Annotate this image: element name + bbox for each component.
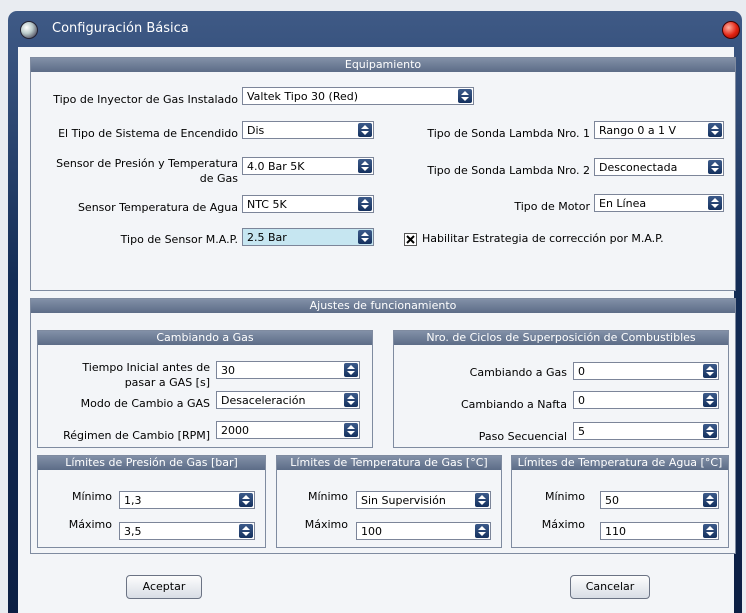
ciclos-header: Nro. de Ciclos de Superposición de Combu…	[394, 331, 728, 345]
presion-min-value: 1,3	[124, 494, 142, 507]
sensor-agua-label: Sensor Temperatura de Agua	[77, 201, 238, 214]
temp-agua-max-stepper[interactable]: 110	[600, 522, 719, 540]
updown-arrow-icon	[344, 423, 358, 437]
updown-arrow-icon	[358, 230, 372, 244]
updown-arrow-icon	[358, 123, 372, 137]
modo-select[interactable]: Desaceleración	[216, 391, 360, 409]
tiempo-label-2: pasar a GAS [s]	[124, 376, 210, 389]
updown-arrow-icon	[703, 424, 717, 438]
title-bar[interactable]: Configuración Básica	[8, 11, 742, 47]
cancelar-button[interactable]: Cancelar	[570, 575, 650, 599]
temp-gas-min-value: Sin Supervisión	[361, 494, 446, 507]
tiempo-stepper[interactable]: 30	[216, 361, 360, 379]
motor-label: Tipo de Motor	[514, 200, 590, 213]
sensor-presion-label-2: de Gas	[199, 172, 238, 185]
paso-label: Paso Secuencial	[478, 430, 567, 443]
lambda2-label: Tipo de Sonda Lambda Nro. 2	[427, 164, 590, 177]
updown-arrow-icon	[708, 196, 722, 210]
equipamiento-header: Equipamiento	[31, 58, 735, 72]
updown-arrow-icon	[703, 393, 717, 407]
updown-arrow-icon	[344, 393, 358, 407]
map-label: Tipo de Sensor M.A.P.	[120, 233, 238, 246]
updown-arrow-icon	[703, 524, 717, 538]
paso-stepper[interactable]: 5	[573, 422, 719, 440]
temp-gas-header: Límites de Temperatura de Gas [°C]	[277, 456, 501, 470]
aceptar-button[interactable]: Aceptar	[126, 575, 202, 599]
inyector-value: Valtek Tipo 30 (Red)	[247, 90, 359, 103]
sensor-presion-select[interactable]: 4.0 Bar 5K	[242, 157, 374, 175]
updown-arrow-icon	[475, 493, 489, 507]
ciclos-gas-label: Cambiando a Gas	[469, 366, 567, 379]
temp-gas-min-label: Mínimo	[307, 490, 348, 503]
updown-arrow-icon	[344, 363, 358, 377]
modo-value: Desaceleración	[221, 394, 306, 407]
map-select[interactable]: 2.5 Bar	[242, 228, 374, 246]
temp-agua-min-value: 50	[605, 494, 619, 507]
ciclos-nafta-stepper[interactable]: 0	[573, 391, 719, 409]
lambda1-label: Tipo de Sonda Lambda Nro. 1	[427, 127, 590, 140]
tiempo-value: 30	[221, 364, 235, 377]
temp-agua-min-label: Mínimo	[544, 490, 585, 503]
updown-arrow-icon	[475, 524, 489, 538]
sensor-presion-label-1: Sensor de Presión y Temperatura	[56, 157, 238, 170]
ciclos-nafta-label: Cambiando a Nafta	[460, 398, 567, 411]
updown-arrow-icon	[239, 524, 253, 538]
temp-agua-min-stepper[interactable]: 50	[600, 491, 719, 509]
sensor-agua-select[interactable]: NTC 5K	[242, 195, 374, 213]
temp-gas-max-value: 100	[361, 525, 382, 538]
encendido-label: El Tipo de Sistema de Encendido	[58, 127, 238, 140]
updown-arrow-icon	[708, 160, 722, 174]
habilitar-checkbox[interactable]	[404, 233, 417, 246]
habilitar-label: Habilitar Estrategia de corrección por M…	[422, 232, 664, 245]
lambda1-value: Rango 0 a 1 V	[599, 124, 677, 137]
ciclos-gas-stepper[interactable]: 0	[573, 362, 719, 380]
presion-min-label: Mínimo	[71, 490, 112, 503]
presion-header: Límites de Presión de Gas [bar]	[38, 456, 265, 470]
temp-gas-max-stepper[interactable]: 100	[356, 522, 491, 540]
presion-max-value: 3,5	[124, 525, 142, 538]
regimen-value: 2000	[221, 424, 249, 437]
temp-gas-max-label: Máximo	[304, 518, 348, 531]
regimen-label: Régimen de Cambio [RPM]	[63, 429, 210, 442]
inyector-select[interactable]: Valtek Tipo 30 (Red)	[242, 87, 474, 105]
modo-label: Modo de Cambio a GAS	[80, 397, 210, 410]
lambda1-select[interactable]: Rango 0 a 1 V	[594, 121, 724, 139]
motor-value: En Línea	[599, 197, 647, 210]
temp-agua-max-label: Máximo	[541, 518, 585, 531]
cambio-gas-header: Cambiando a Gas	[38, 331, 372, 345]
temp-gas-min-select[interactable]: Sin Supervisión	[356, 491, 491, 509]
ciclos-nafta-value: 0	[578, 394, 585, 407]
window-title: Configuración Básica	[52, 21, 189, 36]
check-x-icon	[406, 235, 415, 244]
updown-arrow-icon	[708, 123, 722, 137]
presion-max-label: Máximo	[68, 518, 112, 531]
encendido-select[interactable]: Dis	[242, 121, 374, 139]
temp-agua-header: Límites de Temperatura de Agua [°C]	[512, 456, 728, 470]
temp-agua-max-value: 110	[605, 525, 626, 538]
ajustes-header: Ajustes de funcionamiento	[31, 299, 735, 313]
updown-arrow-icon	[703, 364, 717, 378]
map-value: 2.5 Bar	[247, 231, 287, 244]
motor-select[interactable]: En Línea	[594, 194, 724, 212]
paso-value: 5	[578, 425, 585, 438]
updown-arrow-icon	[458, 89, 472, 103]
lambda2-select[interactable]: Desconectada	[594, 158, 724, 176]
presion-min-stepper[interactable]: 1,3	[119, 491, 255, 509]
sensor-agua-value: NTC 5K	[247, 198, 287, 211]
inyector-label: Tipo de Inyector de Gas Instalado	[53, 93, 238, 106]
lambda2-value: Desconectada	[599, 161, 678, 174]
tiempo-label-1: Tiempo Inicial antes de	[82, 361, 210, 374]
presion-max-stepper[interactable]: 3,5	[119, 522, 255, 540]
updown-arrow-icon	[358, 197, 372, 211]
encendido-value: Dis	[247, 124, 265, 137]
window-menu-icon[interactable]	[20, 21, 38, 39]
updown-arrow-icon	[703, 493, 717, 507]
ciclos-gas-value: 0	[578, 365, 585, 378]
sensor-presion-value: 4.0 Bar 5K	[247, 160, 305, 173]
close-icon[interactable]	[722, 21, 740, 39]
regimen-stepper[interactable]: 2000	[216, 421, 360, 439]
updown-arrow-icon	[239, 493, 253, 507]
updown-arrow-icon	[358, 159, 372, 173]
